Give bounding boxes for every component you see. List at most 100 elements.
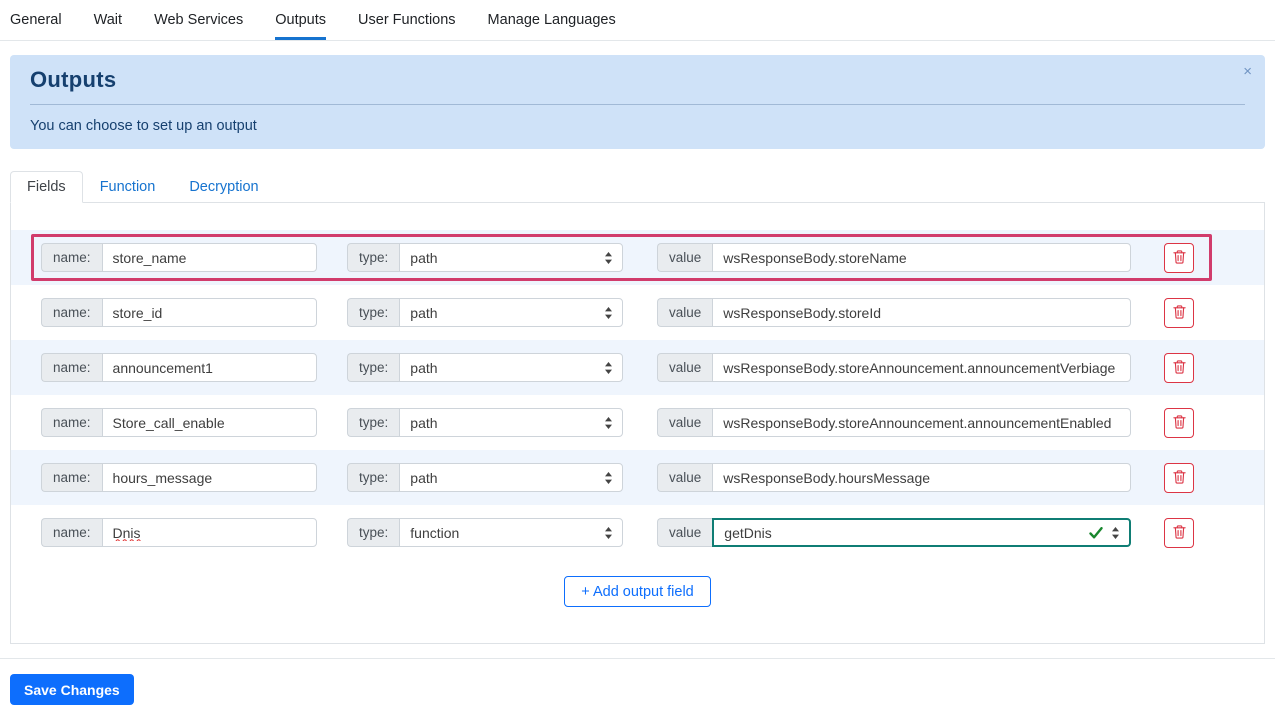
field-name-input[interactable] <box>101 353 317 382</box>
selected-type: path <box>410 359 438 376</box>
trash-icon <box>1172 414 1187 432</box>
delete-field-button[interactable] <box>1164 352 1194 383</box>
delete-field-button[interactable] <box>1164 462 1194 493</box>
output-field-row: name: type: function value getDnis <box>11 505 1264 560</box>
type-input-group: type: path <box>347 243 623 272</box>
field-type-select[interactable]: function <box>399 518 623 547</box>
alert-message: You can choose to set up an output <box>30 118 257 134</box>
field-value-select[interactable]: getDnis <box>712 518 1131 547</box>
value-input-group: value <box>657 298 1131 327</box>
type-label: type: <box>347 518 400 547</box>
delete-field-button[interactable] <box>1164 407 1194 438</box>
output-field-row: name: type: path value <box>11 450 1264 505</box>
type-label: type: <box>347 243 400 272</box>
value-label: value <box>657 463 713 492</box>
select-arrows-icon <box>604 361 613 374</box>
name-input-group: name: <box>41 408 317 437</box>
tab-fields[interactable]: Fields <box>10 171 83 203</box>
value-label: value <box>657 298 713 327</box>
nav-item-user-functions[interactable]: User Functions <box>358 0 456 40</box>
name-label: name: <box>41 518 102 547</box>
type-label: type: <box>347 408 400 437</box>
field-name-input[interactable] <box>101 408 317 437</box>
tab-decryption[interactable]: Decryption <box>172 171 275 203</box>
name-input-group: name: <box>41 298 317 327</box>
value-label: value <box>657 518 713 547</box>
value-label: value <box>657 353 713 382</box>
output-field-row: name: type: path value <box>11 340 1264 395</box>
alert-divider <box>30 104 1245 105</box>
value-input-group: value <box>657 463 1131 492</box>
output-field-row: name: type: path value <box>11 230 1264 285</box>
type-label: type: <box>347 463 400 492</box>
type-input-group: type: path <box>347 463 623 492</box>
check-icon <box>1089 526 1103 539</box>
select-arrows-icon <box>1111 526 1120 539</box>
output-field-row: name: type: path value <box>11 395 1264 450</box>
alert-title: Outputs <box>30 67 117 92</box>
field-value-input[interactable] <box>712 353 1131 382</box>
save-changes-button[interactable]: Save Changes <box>10 674 134 705</box>
add-output-field-button[interactable]: + Add output field <box>564 576 711 607</box>
trash-icon <box>1172 524 1187 542</box>
field-value-input[interactable] <box>712 408 1131 437</box>
field-name-input[interactable] <box>101 243 317 272</box>
selected-value: getDnis <box>724 524 772 541</box>
footer-divider <box>0 658 1275 659</box>
close-icon[interactable]: × <box>1243 64 1252 79</box>
top-navigation: General Wait Web Services Outputs User F… <box>0 0 1275 41</box>
outputs-alert: Outputs You can choose to set up an outp… <box>10 55 1265 149</box>
nav-item-general[interactable]: General <box>10 0 62 40</box>
type-label: type: <box>347 353 400 382</box>
field-value-input[interactable] <box>712 243 1131 272</box>
field-value-input[interactable] <box>712 463 1131 492</box>
selected-type: function <box>410 524 460 541</box>
value-input-group: value <box>657 408 1131 437</box>
nav-item-outputs[interactable]: Outputs <box>275 0 327 40</box>
name-input-group: name: <box>41 243 317 272</box>
delete-field-button[interactable] <box>1164 297 1194 328</box>
type-input-group: type: path <box>347 298 623 327</box>
value-label: value <box>657 243 713 272</box>
selected-type: path <box>410 414 438 431</box>
select-arrows-icon <box>604 251 613 264</box>
field-value-input[interactable] <box>712 298 1131 327</box>
name-label: name: <box>41 298 102 327</box>
field-type-select[interactable]: path <box>399 298 623 327</box>
select-arrows-icon <box>604 416 613 429</box>
field-type-select[interactable]: path <box>399 408 623 437</box>
value-label: value <box>657 408 713 437</box>
nav-item-wait[interactable]: Wait <box>94 0 122 40</box>
value-input-group: value <box>657 353 1131 382</box>
field-type-select[interactable]: path <box>399 353 623 382</box>
name-input-group: name: <box>41 353 317 382</box>
select-arrows-icon <box>604 526 613 539</box>
fields-tabbar: Fields Function Decryption <box>0 171 1275 203</box>
value-input-group: value getDnis <box>657 518 1131 547</box>
name-label: name: <box>41 408 102 437</box>
selected-type: path <box>410 469 438 486</box>
fields-panel: name: type: path value name: <box>10 202 1265 644</box>
delete-field-button[interactable] <box>1164 242 1194 273</box>
name-label: name: <box>41 463 102 492</box>
type-input-group: type: path <box>347 408 623 437</box>
delete-field-button[interactable] <box>1164 517 1194 548</box>
nav-item-web-services[interactable]: Web Services <box>154 0 243 40</box>
name-input-group: name: <box>41 518 317 547</box>
type-input-group: type: path <box>347 353 623 382</box>
name-label: name: <box>41 243 102 272</box>
field-type-select[interactable]: path <box>399 463 623 492</box>
name-label: name: <box>41 353 102 382</box>
field-name-input[interactable] <box>101 463 317 492</box>
trash-icon <box>1172 304 1187 322</box>
field-name-input[interactable] <box>101 518 317 547</box>
tab-function[interactable]: Function <box>83 171 173 203</box>
field-type-select[interactable]: path <box>399 243 623 272</box>
nav-item-manage-languages[interactable]: Manage Languages <box>488 0 616 40</box>
trash-icon <box>1172 359 1187 377</box>
type-input-group: type: function <box>347 518 623 547</box>
field-name-input[interactable] <box>101 298 317 327</box>
select-arrows-icon <box>604 471 613 484</box>
type-label: type: <box>347 298 400 327</box>
name-input-group: name: <box>41 463 317 492</box>
